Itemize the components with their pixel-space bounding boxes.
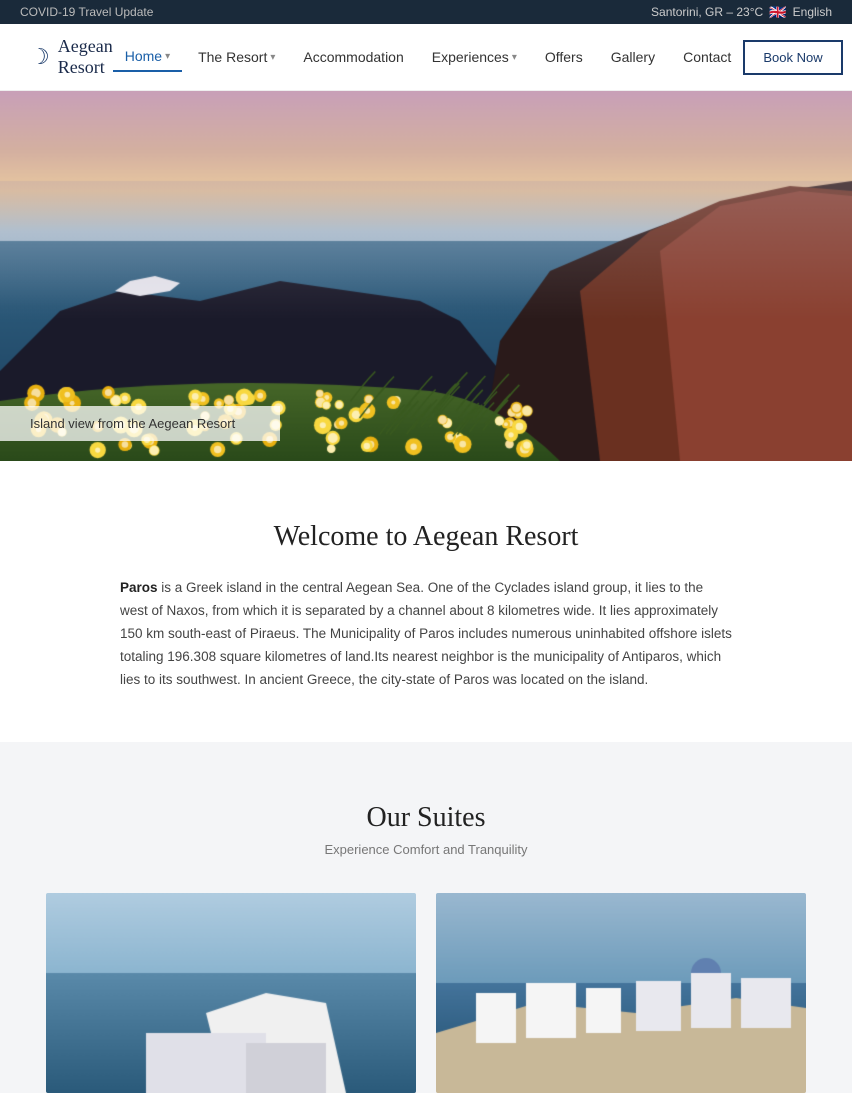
- welcome-section: Welcome to Aegean Resort Paros is a Gree…: [0, 461, 852, 742]
- nav-resort[interactable]: The Resort ▾: [186, 43, 287, 71]
- paros-bold: Paros: [120, 580, 158, 595]
- brand-name: Aegean Resort: [58, 36, 113, 78]
- suites-section: Our Suites Experience Comfort and Tranqu…: [0, 742, 852, 1093]
- logo[interactable]: ☽ Aegean Resort: [30, 36, 113, 78]
- welcome-body: Paros is a Greek island in the central A…: [120, 577, 732, 692]
- home-caret: ▾: [165, 51, 170, 62]
- top-bar-right: Santorini, GR – 23°C 🇬🇧 English: [651, 4, 832, 21]
- nav-accommodation[interactable]: Accommodation: [291, 43, 415, 71]
- nav-home[interactable]: Home ▾: [113, 42, 182, 72]
- location-info: Santorini, GR – 23°C: [651, 5, 763, 19]
- language-label: English: [793, 5, 832, 19]
- suites-title: Our Suites: [40, 802, 812, 834]
- flag-icon: 🇬🇧: [769, 4, 786, 21]
- hero-caption: Island view from the Aegean Resort: [0, 406, 280, 441]
- nav-contact[interactable]: Contact: [671, 43, 743, 71]
- nav-offers[interactable]: Offers: [533, 43, 595, 71]
- nav-gallery[interactable]: Gallery: [599, 43, 667, 71]
- book-now-button[interactable]: Book Now: [743, 40, 842, 75]
- covid-notice: COVID-19 Travel Update: [20, 5, 153, 19]
- moon-icon: ☽: [30, 44, 50, 70]
- top-bar: COVID-19 Travel Update Santorini, GR – 2…: [0, 0, 852, 24]
- nav-links: Home ▾ The Resort ▾ Accommodation Experi…: [113, 42, 744, 72]
- hero-section: Island view from the Aegean Resort: [0, 91, 852, 461]
- welcome-title: Welcome to Aegean Resort: [120, 521, 732, 553]
- nav-experiences[interactable]: Experiences ▾: [420, 43, 529, 71]
- experiences-caret: ▾: [512, 52, 517, 63]
- suites-subtitle: Experience Comfort and Tranquility: [40, 842, 812, 857]
- navbar: ☽ Aegean Resort Home ▾ The Resort ▾ Acco…: [0, 24, 852, 91]
- resort-caret: ▾: [270, 52, 275, 63]
